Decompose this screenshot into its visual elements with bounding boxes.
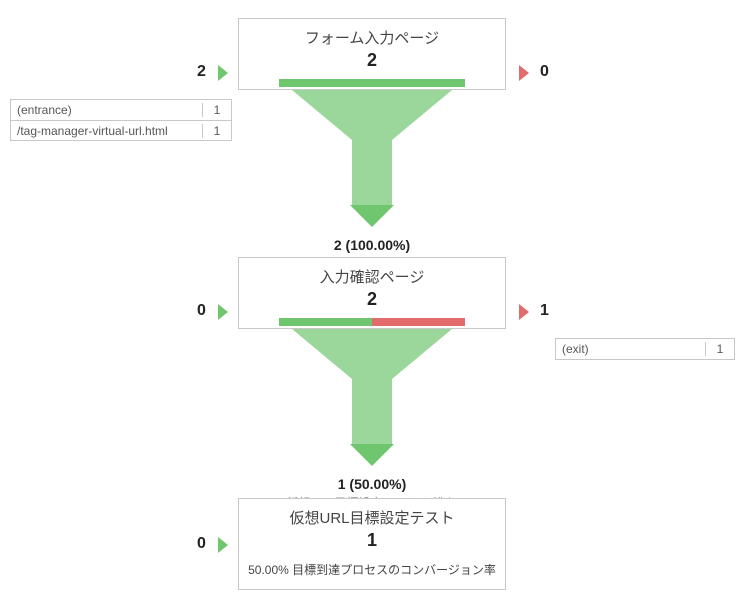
dropoff-arrow-icon [519, 304, 529, 320]
step-2-dropoff-count: 1 [540, 302, 549, 320]
funnel-graphic-1: 2 (100.00%) 入力確認ページ に進む [257, 90, 487, 272]
step-count-2: 2 [239, 287, 505, 310]
funnel-canvas: フォーム入力ページ 2 2 0 (entrance) 1 /tag-manage… [0, 0, 746, 601]
exit-value: 1 [705, 342, 734, 356]
step-card-1[interactable]: フォーム入力ページ 2 [238, 18, 506, 90]
goal-card[interactable]: 仮想URL目標設定テスト 1 50.00% 目標到達プロセスのコンバージョン率 [238, 498, 506, 590]
source-name: (entrance) [11, 103, 202, 117]
entrance-arrow-icon [218, 304, 228, 320]
table-row[interactable]: /tag-manager-virtual-url.html 1 [11, 120, 231, 140]
source-name: /tag-manager-virtual-url.html [11, 124, 202, 138]
source-value: 1 [202, 103, 231, 117]
table-row[interactable]: (entrance) 1 [11, 100, 231, 120]
step-1-bar-proceed [279, 79, 465, 87]
goal-title: 仮想URL目標設定テスト [239, 499, 505, 528]
funnel-graphic-2: 1 (50.00%) 仮想URL目標設定テスト に進む [257, 329, 487, 511]
step-card-2[interactable]: 入力確認ページ 2 [238, 257, 506, 329]
step-1-sources-table: (entrance) 1 /tag-manager-virtual-url.ht… [10, 99, 232, 141]
funnel-1-line: 2 (100.00%) [257, 237, 487, 253]
step-2-bar [279, 318, 465, 326]
funnel-svg [257, 90, 487, 230]
source-value: 1 [202, 124, 231, 138]
funnel-svg [257, 329, 487, 469]
goal-count: 1 [239, 528, 505, 551]
step-2-exits-table: (exit) 1 [555, 338, 735, 360]
entrance-arrow-icon [218, 65, 228, 81]
step-2-entrances-count: 0 [197, 302, 206, 320]
table-row[interactable]: (exit) 1 [556, 339, 734, 359]
step-title-1: フォーム入力ページ [239, 19, 505, 48]
step-2-bar-proceed [279, 318, 372, 326]
goal-entrances-count: 0 [197, 535, 206, 553]
step-1-dropoff-count: 0 [540, 63, 549, 81]
exit-name: (exit) [556, 342, 705, 356]
goal-footer: 50.00% 目標到達プロセスのコンバージョン率 [239, 551, 505, 586]
step-title-2: 入力確認ページ [239, 258, 505, 287]
entrance-arrow-icon [218, 537, 228, 553]
step-1-bar [279, 79, 465, 87]
funnel-2-line: 1 (50.00%) [257, 476, 487, 492]
step-1-entrances-count: 2 [197, 63, 206, 81]
step-count-1: 2 [239, 48, 505, 71]
dropoff-arrow-icon [519, 65, 529, 81]
step-2-bar-drop [372, 318, 465, 326]
